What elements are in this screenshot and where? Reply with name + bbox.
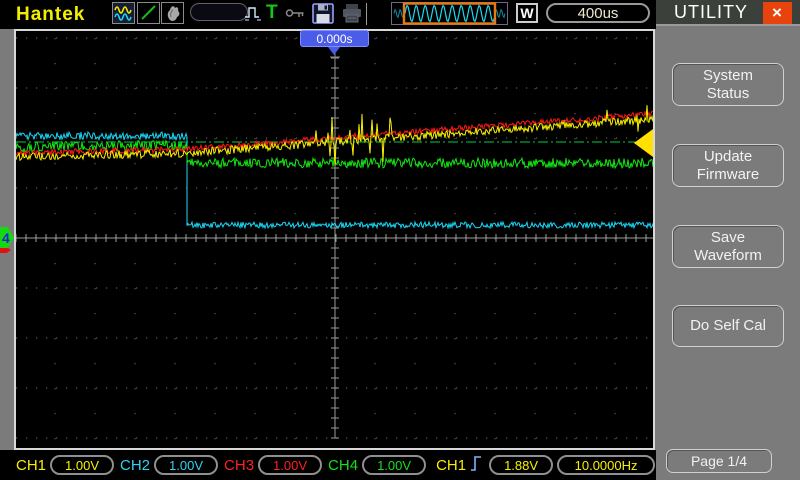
trigger-T-icon: T	[266, 2, 278, 23]
measure-line-icon[interactable]	[137, 2, 160, 24]
ch3-label: CH3	[224, 456, 255, 474]
window-zone-icon[interactable]: W	[516, 3, 538, 23]
system-status-button[interactable]: System Status	[672, 63, 784, 106]
save-floppy-icon[interactable]	[311, 2, 334, 24]
ch1-label: CH1	[16, 456, 47, 474]
ch2-label: CH2	[120, 456, 151, 474]
key-icon[interactable]	[284, 5, 307, 21]
ch3-scale-readout[interactable]: 1.00V	[258, 455, 323, 475]
top-toolbar: Hantek T W 400us	[0, 0, 656, 29]
ch2-scale-readout[interactable]: 1.00V	[154, 455, 219, 475]
trigger-position-pointer	[328, 47, 340, 55]
trigger-status-slot	[190, 3, 248, 21]
utility-menu-panel: UTILITY × System Status Update Firmware …	[656, 0, 800, 480]
status-bar: CH1 1.00V CH2 1.00V CH3 1.00V CH4 1.00V …	[0, 450, 656, 480]
rising-edge-icon	[470, 452, 485, 479]
hand-tool-icon[interactable]	[161, 2, 184, 24]
do-self-cal-button[interactable]: Do Self Cal	[672, 305, 784, 347]
waveform-display	[14, 29, 655, 450]
waveform-overview[interactable]	[391, 2, 508, 30]
ch4-label: CH4	[328, 456, 359, 474]
printer-icon[interactable]	[340, 2, 363, 24]
key-icon-glyph	[285, 9, 303, 17]
panel-title: UTILITY	[674, 1, 749, 22]
waveform-canvas	[15, 37, 654, 440]
page-indicator-button[interactable]: Page 1/4	[666, 449, 772, 473]
waveform-channels-icon[interactable]	[112, 2, 135, 24]
pulse-icon-glyph	[244, 7, 260, 21]
channel4-position-marker[interactable]: 4	[0, 227, 14, 248]
panel-header: UTILITY ×	[656, 0, 800, 26]
trigger-frequency-readout[interactable]: 10.0000Hz	[557, 455, 656, 475]
hand-tool-icon-glyph	[167, 5, 179, 21]
waveform-channels-icon-glyph	[113, 6, 132, 21]
timebase-readout[interactable]: 400us	[546, 3, 650, 23]
save-waveform-button[interactable]: Save Waveform	[672, 225, 784, 268]
trigger-source-label: CH1	[436, 456, 467, 474]
printer-icon-glyph	[342, 4, 361, 23]
update-firmware-button[interactable]: Update Firmware	[672, 144, 784, 187]
measure-line-icon-glyph	[140, 5, 156, 20]
waveform-overview-glyph	[391, 2, 508, 25]
save-floppy-icon-glyph	[311, 2, 334, 24]
ch4-scale-readout[interactable]: 1.00V	[362, 455, 427, 475]
rising-edge-icon-glyph	[471, 455, 482, 471]
toolbar-separator	[366, 3, 367, 25]
scope-area: 0.000s 4	[0, 29, 656, 450]
trigger-level-readout[interactable]: 1.88V	[489, 455, 554, 475]
pulse-icon	[242, 2, 265, 24]
hantek-logo: Hantek	[16, 4, 86, 25]
trigger-position-tag[interactable]: 0.000s	[300, 30, 369, 47]
close-button[interactable]: ×	[763, 2, 792, 24]
ch1-scale-readout[interactable]: 1.00V	[50, 455, 115, 475]
